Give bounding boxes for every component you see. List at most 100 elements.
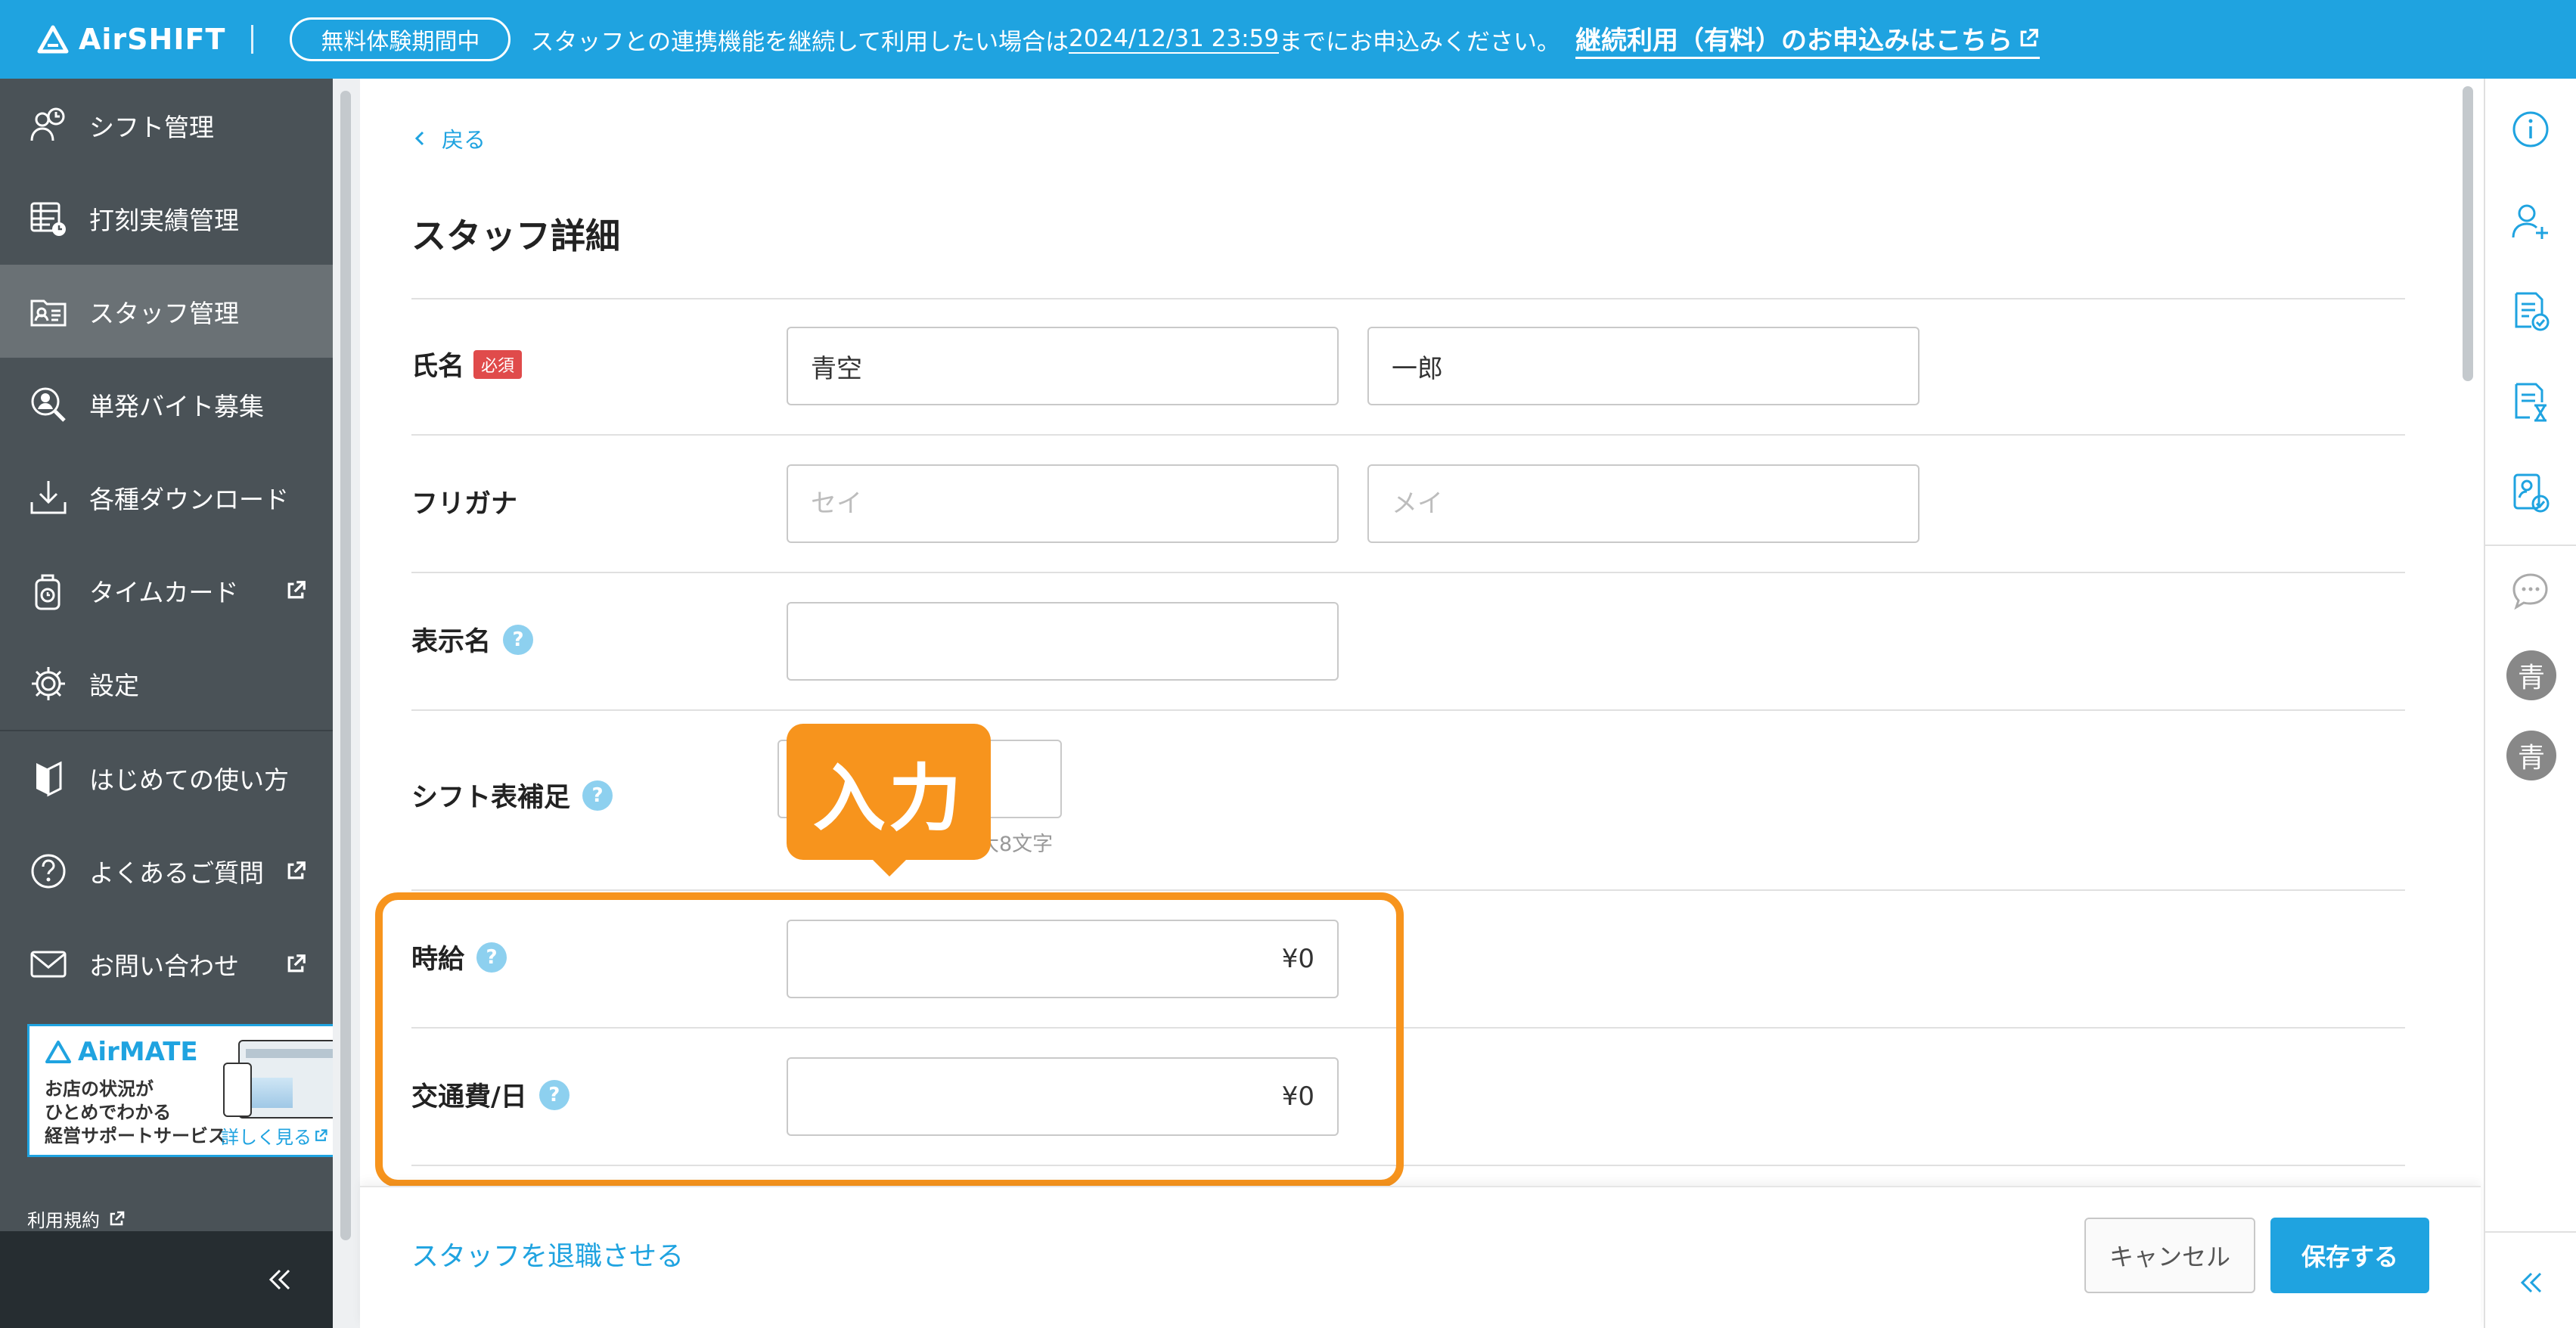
double-chevron-left-icon[interactable] bbox=[262, 1261, 298, 1298]
form-footer: スタッフを退職させる キャンセル 保存する bbox=[360, 1186, 2481, 1328]
furigana-label: フリガナ bbox=[411, 489, 518, 520]
input-callout-pointer bbox=[870, 857, 909, 877]
sidebar-item-label: よくあるご質問 bbox=[89, 858, 264, 888]
airmate-screenshot-image bbox=[238, 1040, 333, 1119]
help-icon[interactable]: ? bbox=[582, 780, 613, 811]
airmate-ad-text: お店の状況が ひとめでわかる 経営サポートサービス bbox=[45, 1078, 226, 1146]
first-name-kana-input[interactable] bbox=[1367, 464, 1920, 543]
divider bbox=[411, 889, 2405, 891]
double-chevron-left-icon[interactable] bbox=[2513, 1264, 2550, 1301]
sidebar-item-label: お問い合わせ bbox=[89, 951, 239, 981]
apply-link[interactable]: 継続利用（有料）のお申込みはこちら bbox=[1575, 20, 2041, 59]
sidebar-scrollbar[interactable] bbox=[333, 79, 360, 1328]
external-link-icon bbox=[287, 954, 306, 972]
download-icon bbox=[30, 480, 67, 514]
staff-check-icon[interactable] bbox=[2509, 470, 2553, 514]
sidebar-scrollbar-thumb[interactable] bbox=[340, 91, 351, 1240]
info-icon[interactable] bbox=[2509, 107, 2553, 151]
brand-name: AirSHIFT bbox=[79, 23, 226, 56]
terms-label: 利用規約 bbox=[27, 1210, 100, 1231]
brand[interactable]: AirSHIFT bbox=[36, 23, 225, 56]
display-name-label: 表示名 ? bbox=[411, 620, 534, 659]
external-link-icon bbox=[287, 580, 306, 598]
recruit-icon bbox=[31, 387, 66, 422]
sidebar-item-recruit[interactable]: 単発バイト募集 bbox=[0, 358, 333, 451]
sidebar-item-beginner[interactable]: はじめての使い方 bbox=[0, 731, 333, 824]
back-link[interactable]: 戻る bbox=[411, 123, 486, 154]
save-button[interactable]: 保存する bbox=[2270, 1218, 2429, 1293]
brand-separator bbox=[251, 25, 254, 54]
shift-note-label-text: シフト表補足 bbox=[411, 783, 571, 813]
sidebar-item-label: 単発バイト募集 bbox=[89, 391, 264, 421]
main-scrollbar[interactable] bbox=[2453, 79, 2481, 1328]
external-link-icon bbox=[287, 861, 306, 879]
sidebar-item-shift[interactable]: シフト管理 bbox=[0, 79, 333, 172]
sidebar-collapse-bar[interactable] bbox=[0, 1231, 333, 1328]
banner-message-before: スタッフとの連携機能を継続して利用したい場合は bbox=[530, 28, 1069, 56]
highlight-box bbox=[375, 892, 1404, 1187]
sidebar-item-download[interactable]: 各種ダウンロード bbox=[0, 451, 333, 544]
sidebar-item-timecard[interactable]: タイムカード bbox=[0, 544, 333, 637]
last-name-input[interactable] bbox=[787, 327, 1339, 405]
sidebar-item-label: スタッフ管理 bbox=[89, 298, 239, 328]
add-user-icon[interactable] bbox=[2509, 200, 2553, 244]
back-label: 戻る bbox=[442, 127, 486, 153]
name-label: 氏名 必須 bbox=[411, 345, 523, 383]
retire-staff-link[interactable]: スタッフを退職させる bbox=[411, 1234, 684, 1274]
divider bbox=[411, 298, 2405, 299]
banner-deadline: 2024/12/31 23:59 bbox=[1069, 25, 1280, 54]
external-link-icon bbox=[110, 1211, 125, 1225]
question-icon bbox=[31, 854, 66, 888]
timesheet-icon bbox=[30, 202, 66, 236]
sidebar-item-label: 各種ダウンロード bbox=[89, 484, 289, 514]
shift-icon bbox=[30, 107, 65, 141]
sidebar-item-label: シフト管理 bbox=[89, 112, 214, 142]
document-check-icon[interactable] bbox=[2509, 289, 2553, 333]
airmate-ad-banner[interactable]: AirMATE お店の状況が ひとめでわかる 経営サポートサービス 詳しく見る bbox=[27, 1024, 333, 1157]
sidebar: シフト管理 打刻実績管理 スタッフ管理 単発バイト募集 各種ダウンロード タイム… bbox=[0, 79, 333, 1328]
terms-link[interactable]: 利用規約 bbox=[27, 1205, 126, 1232]
external-link-icon bbox=[2020, 28, 2038, 46]
sidebar-item-label: 設定 bbox=[89, 670, 139, 700]
top-banner: AirSHIFT 無料体験期間中 スタッフとの連携機能を継続して利用したい場合は… bbox=[0, 0, 2576, 79]
sidebar-item-label: 打刻実績管理 bbox=[89, 205, 239, 235]
sidebar-item-settings[interactable]: 設定 bbox=[0, 637, 333, 730]
airmate-logo-icon bbox=[45, 1041, 71, 1063]
divider bbox=[411, 434, 2405, 436]
avatar[interactable]: 青 bbox=[2506, 731, 2556, 780]
trial-badge: 無料体験期間中 bbox=[290, 17, 511, 61]
name-label-text: 氏名 bbox=[411, 352, 465, 382]
avatar[interactable]: 青 bbox=[2506, 650, 2556, 700]
help-icon[interactable]: ? bbox=[503, 624, 534, 655]
chat-icon[interactable] bbox=[2509, 569, 2553, 613]
airmate-more-label: 詳しく見る bbox=[221, 1127, 312, 1148]
sidebar-item-staff[interactable]: スタッフ管理 bbox=[0, 265, 333, 358]
document-hourglass-icon[interactable] bbox=[2509, 380, 2553, 424]
divider bbox=[411, 709, 2405, 711]
sidebar-item-timesheet[interactable]: 打刻実績管理 bbox=[0, 172, 333, 265]
sidebar-nav: シフト管理 打刻実績管理 スタッフ管理 単発バイト募集 各種ダウンロード タイム… bbox=[0, 79, 333, 1010]
main-scrollbar-thumb[interactable] bbox=[2463, 86, 2473, 381]
last-name-kana-input[interactable] bbox=[787, 464, 1339, 543]
banner-message: スタッフとの連携機能を継続して利用したい場合は 2024/12/31 23:59… bbox=[530, 23, 1560, 57]
input-callout: 入力 bbox=[787, 724, 991, 860]
display-name-input[interactable] bbox=[787, 602, 1339, 681]
cancel-button[interactable]: キャンセル bbox=[2084, 1218, 2255, 1293]
first-name-input[interactable] bbox=[1367, 327, 1920, 405]
sidebar-item-label: タイムカード bbox=[89, 577, 239, 607]
banner-message-after: までにお申込みください。 bbox=[1279, 28, 1561, 56]
timecard-icon bbox=[35, 574, 61, 610]
airmate-brand: AirMATE bbox=[78, 1037, 198, 1067]
airmate-more-link[interactable]: 詳しく見る bbox=[221, 1122, 328, 1149]
external-link-icon bbox=[315, 1128, 327, 1141]
beginner-icon bbox=[36, 761, 62, 796]
airshift-logo-icon bbox=[37, 25, 69, 54]
rail-divider bbox=[2485, 545, 2576, 546]
sidebar-item-contact[interactable]: お問い合わせ bbox=[0, 917, 333, 1010]
display-name-label-text: 表示名 bbox=[411, 627, 492, 657]
sidebar-item-faq[interactable]: よくあるご質問 bbox=[0, 824, 333, 917]
airmate-logo: AirMATE bbox=[45, 1037, 198, 1067]
shift-note-label: シフト表補足 ? bbox=[411, 776, 613, 814]
rail-divider bbox=[2485, 1231, 2576, 1233]
required-badge: 必須 bbox=[473, 349, 523, 379]
